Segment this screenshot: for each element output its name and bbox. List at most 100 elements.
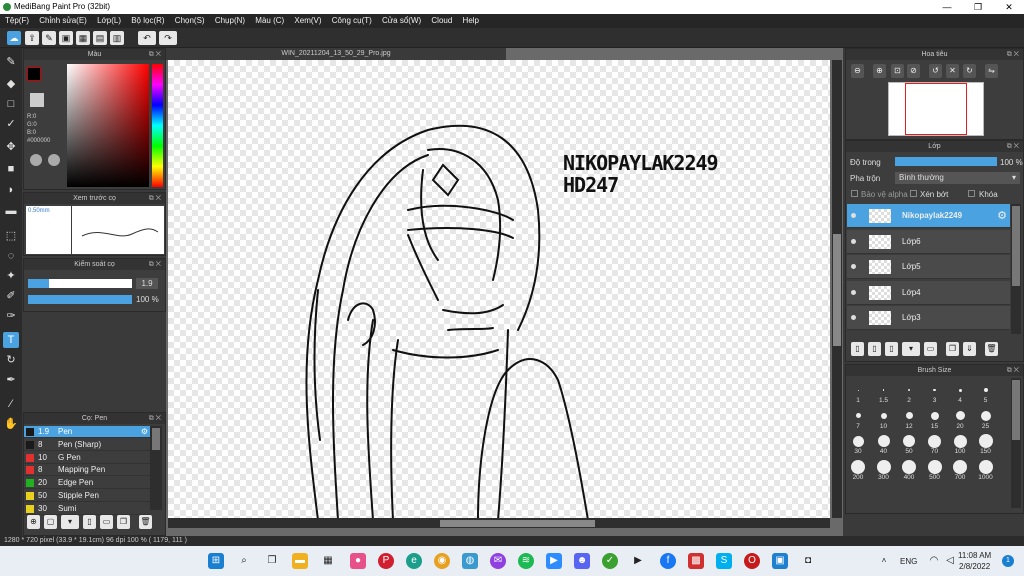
panel-icon[interactable]: ▣ (59, 31, 73, 45)
share-icon[interactable]: ⇪ (25, 31, 39, 45)
facebook-icon[interactable]: f (660, 553, 676, 569)
brush-page-icon[interactable]: ▯ (83, 515, 96, 529)
hue-slider[interactable] (152, 64, 163, 187)
layer-row[interactable]: Lớp4 (847, 280, 1010, 305)
app-red-icon[interactable]: ▩ (688, 553, 704, 569)
protect-alpha-checkbox[interactable] (851, 190, 858, 197)
file-explorer-icon[interactable]: ▬ (292, 553, 308, 569)
search-icon[interactable]: ⌕ (236, 553, 252, 569)
menu-color[interactable]: Màu (C) (255, 14, 284, 28)
select-pen-tool-icon[interactable]: ✐ (3, 288, 19, 304)
brush-list-item[interactable]: 20 Edge Pen (24, 477, 150, 490)
discord-icon[interactable]: ☻ (574, 553, 590, 569)
comment-icon[interactable]: ✎ (42, 31, 56, 45)
canvas-vertical-scrollbar[interactable] (832, 60, 842, 518)
chrome-icon[interactable]: ◉ (434, 553, 450, 569)
brush-size-option[interactable]: 20 (949, 409, 971, 430)
canvas-horizontal-scrollbar[interactable] (168, 518, 830, 528)
volume-icon[interactable]: ◁ (942, 553, 958, 569)
merge-layer-icon[interactable]: ⇓ (963, 342, 976, 356)
close-button[interactable]: ✕ (994, 0, 1024, 14)
brush-duplicate-icon[interactable]: ❐ (117, 515, 130, 529)
clipping-checkbox[interactable] (910, 190, 917, 197)
brush-size-option[interactable]: 400 (898, 459, 920, 481)
brush-delete-icon[interactable]: 🗑 (139, 515, 152, 529)
visibility-eye-icon[interactable] (851, 315, 856, 320)
visibility-eye-icon[interactable] (851, 238, 856, 244)
brush-list-item[interactable]: 1.9 Pen ⚙ (24, 426, 150, 438)
menu-file[interactable]: Tệp(F) (5, 14, 29, 28)
dropper-tool-icon[interactable]: ⁄ (3, 396, 19, 412)
clock[interactable]: 11:08 AM 2/8/2022 (958, 550, 991, 572)
wifi-icon[interactable]: ◠ (926, 553, 942, 569)
opera-icon[interactable]: O (744, 553, 760, 569)
fit-icon[interactable]: ⊡ (891, 64, 904, 78)
brush-size-option[interactable]: 10 (873, 409, 895, 430)
new-layer-icon[interactable]: ▯ (851, 342, 864, 356)
zoom-reset-icon[interactable]: ⊘ (907, 64, 920, 78)
zoom-out-icon[interactable]: ⊖ (851, 64, 864, 78)
layer-row[interactable]: Lớp3 (847, 306, 1010, 330)
start-icon[interactable]: ⊞ (208, 553, 224, 569)
brush-folder-icon[interactable]: ▭ (100, 515, 113, 529)
layout-icon[interactable]: ▥ (110, 31, 124, 45)
camera-icon[interactable]: ◘ (800, 553, 816, 569)
delete-layer-icon[interactable]: 🗑 (985, 342, 998, 356)
drawing-canvas[interactable]: NIKOPAYLAK2249 HD247 (168, 60, 830, 518)
zoom-icon[interactable]: ▶ (546, 553, 562, 569)
menu-layer[interactable]: Lớp(L) (97, 14, 121, 28)
app-green-icon[interactable]: ✓ (602, 553, 618, 569)
menu-capture[interactable]: Chụp(N) (215, 14, 245, 28)
new-halftone-layer-icon[interactable]: ▯ (868, 342, 881, 356)
panel-options-icon[interactable]: ⧉ ✕ (149, 259, 161, 270)
flip-icon[interactable]: ⇋ (985, 64, 998, 78)
brush-list-item[interactable]: 8 Mapping Pen (24, 464, 150, 477)
medibang-icon[interactable]: ◍ (462, 553, 478, 569)
panel-options-icon[interactable]: ⧉ ✕ (1007, 141, 1019, 152)
brush-opacity-slider[interactable] (28, 295, 132, 304)
brush-size-option[interactable]: 70 (924, 434, 946, 455)
brush-size-option[interactable]: 100 (949, 434, 971, 455)
brush-size-option[interactable]: 25 (975, 409, 997, 430)
brush-tool-icon[interactable]: ✎ (3, 54, 19, 70)
menu-cloud[interactable]: Cloud (431, 14, 452, 28)
brush-list-item[interactable]: 10 G Pen (24, 451, 150, 464)
magic-wand-tool-icon[interactable]: ✦ (3, 268, 19, 284)
photos-icon[interactable]: ▣ (772, 553, 788, 569)
layer-opacity-slider[interactable] (895, 157, 997, 166)
brush-menu-icon[interactable]: ▾ (61, 515, 79, 529)
visibility-eye-icon[interactable] (851, 213, 856, 218)
panel-options-icon[interactable]: ⧉ ✕ (149, 49, 161, 60)
document-tab[interactable]: WIN_20211204_13_50_29_Pro.jpg (166, 48, 506, 60)
minimize-button[interactable]: — (932, 0, 962, 14)
text-tool-icon[interactable]: T (3, 332, 19, 348)
rotate-right-icon[interactable]: ↻ (963, 64, 976, 78)
menu-help[interactable]: Help (463, 14, 479, 28)
frame-icon[interactable]: ▤ (93, 31, 107, 45)
brush-size-option[interactable]: 1000 (975, 459, 997, 481)
edge-icon[interactable]: e (406, 553, 422, 569)
brush-size-slider[interactable] (28, 279, 132, 288)
calendar-icon[interactable]: ▦ (320, 553, 336, 569)
brush-list-scrollbar[interactable] (150, 426, 162, 510)
brush-size-option[interactable]: 700 (949, 459, 971, 481)
language-indicator[interactable]: ENG (900, 557, 917, 566)
menu-filter[interactable]: Bộ lọc(R) (131, 14, 164, 28)
menu-view[interactable]: Xem(V) (294, 14, 321, 28)
brush-size-option[interactable]: 1.5 (873, 383, 895, 404)
brush-size-option[interactable]: 50 (898, 434, 920, 455)
add-brush-icon[interactable]: ⊕ (27, 515, 40, 529)
panel-options-icon[interactable]: ⧉ ✕ (149, 413, 161, 424)
layer-folder-icon[interactable]: ▭ (924, 342, 937, 356)
move-tool-icon[interactable]: ✥ (3, 139, 19, 155)
rotate-left-icon[interactable]: ↺ (929, 64, 942, 78)
menu-window[interactable]: Cửa sổ(W) (382, 14, 421, 28)
duplicate-layer-icon[interactable]: ❐ (946, 342, 959, 356)
brush-size-option[interactable]: 2 (898, 383, 920, 404)
lock-checkbox[interactable] (968, 190, 975, 197)
layer-row[interactable]: Lớp6 (847, 229, 1010, 254)
brush-size-option[interactable]: 200 (847, 459, 869, 481)
messenger-icon[interactable]: ✉ (490, 553, 506, 569)
blend-mode-select[interactable]: Bình thường ▾ (895, 172, 1020, 184)
palette-icon[interactable] (30, 154, 42, 166)
